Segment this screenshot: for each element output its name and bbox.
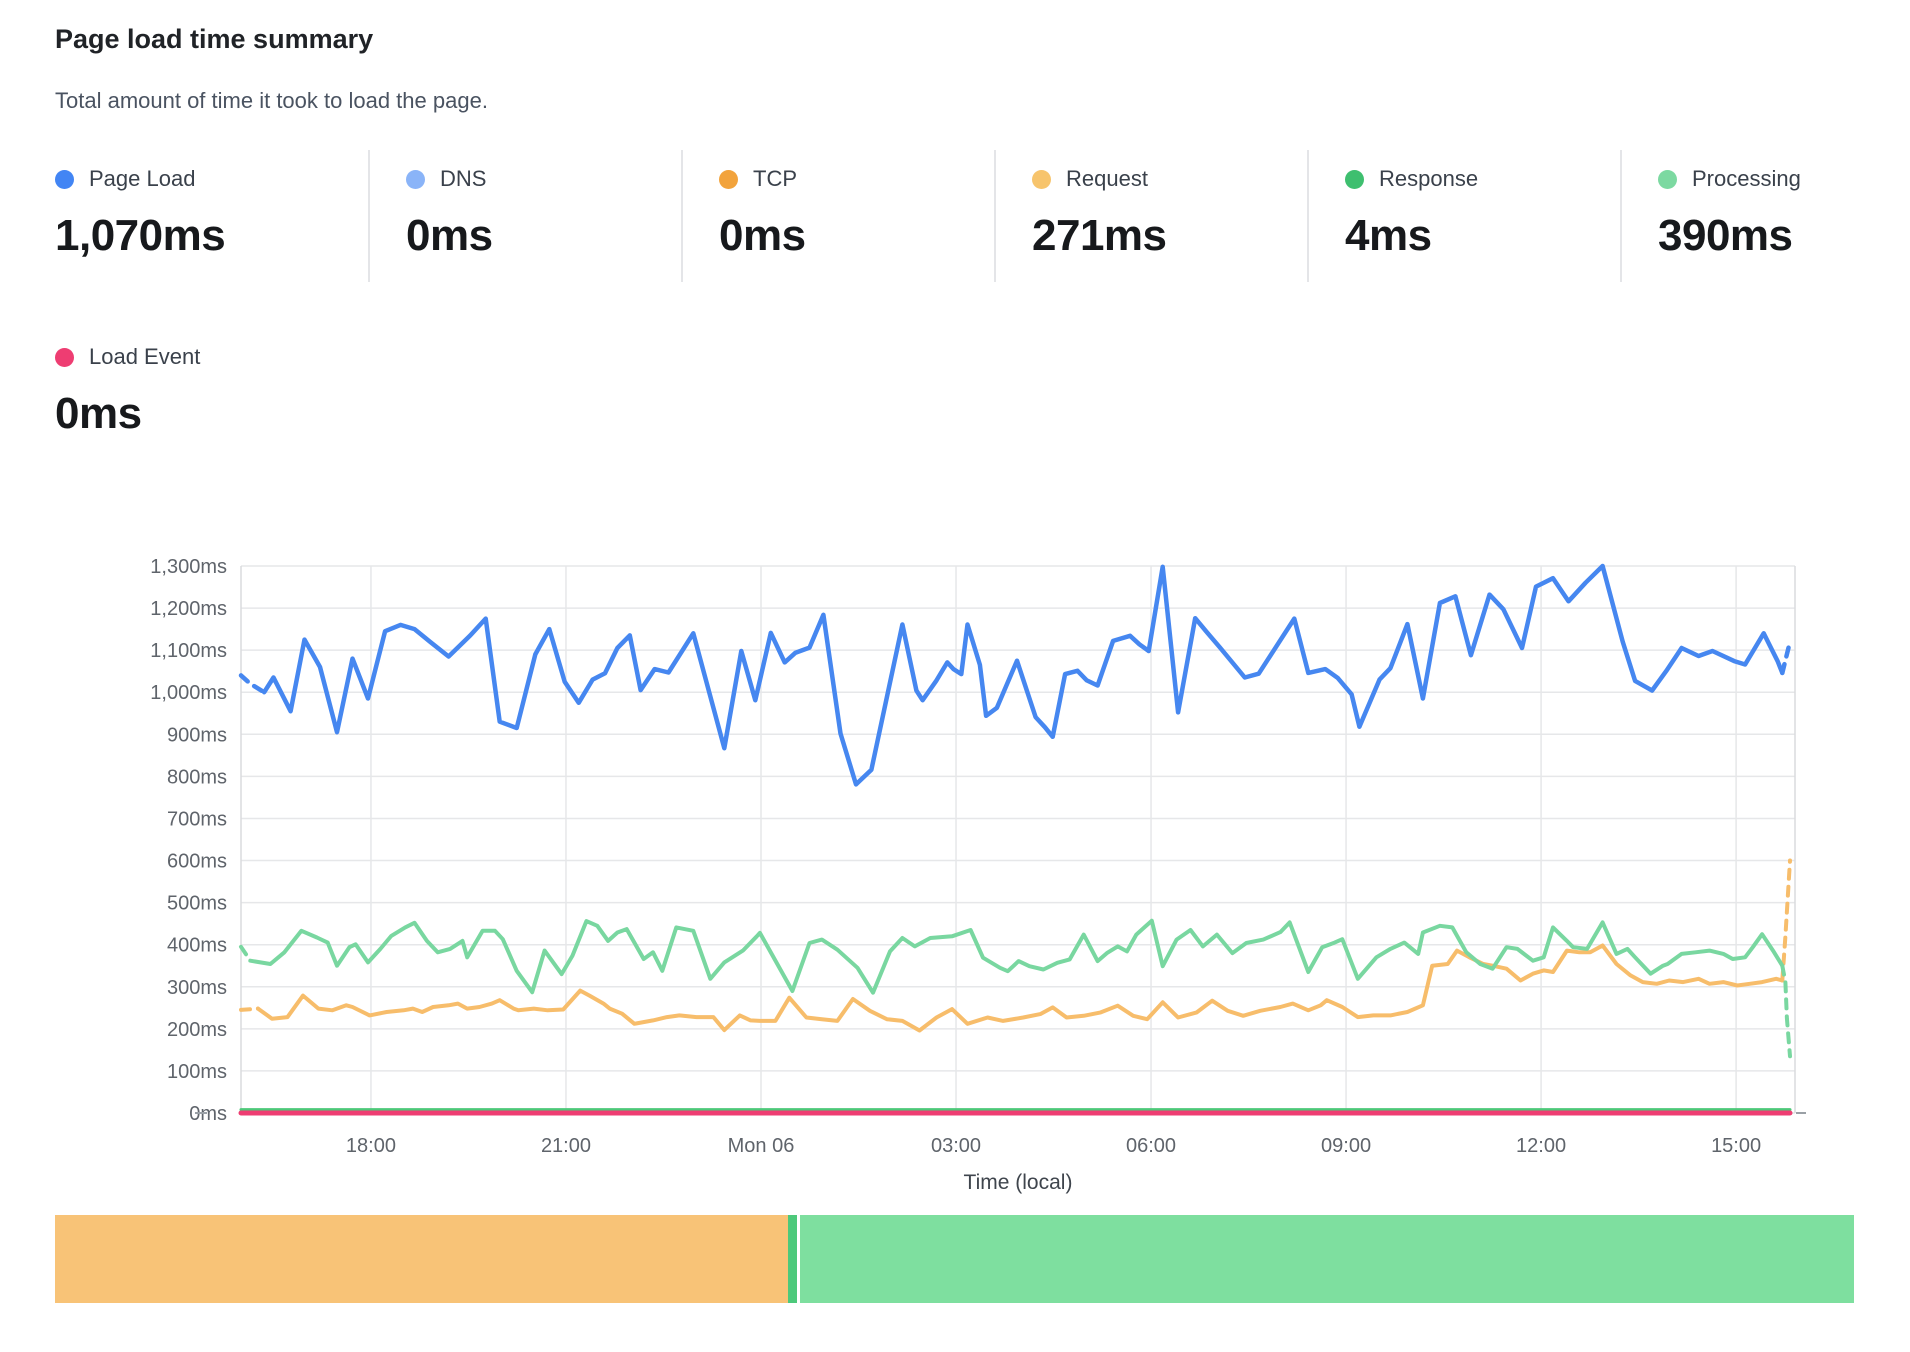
metric-load-event: Load Event 0ms — [55, 328, 368, 460]
metric-label-row: Request — [1032, 166, 1307, 192]
dns-legend-dot-icon — [406, 170, 425, 189]
page-title: Page load time summary — [55, 24, 373, 55]
x-tick-label: 03:00 — [931, 1135, 981, 1157]
metric-label-row: Processing — [1658, 166, 1910, 192]
x-tick-label: Mon 06 — [728, 1135, 795, 1157]
metric-label: DNS — [440, 166, 486, 192]
y-tick-label: 800ms — [167, 766, 227, 788]
y-tick-label: 400ms — [167, 935, 227, 957]
series-processing-line — [250, 921, 1782, 993]
metric-value: 0ms — [406, 211, 681, 261]
metrics-row: Page Load 1,070ms DNS 0ms TCP 0ms Reques… — [55, 150, 1910, 282]
y-tick-label: 300ms — [167, 977, 227, 999]
y-tick-label: 100ms — [167, 1061, 227, 1083]
bar-segment-boundary-sliver — [788, 1215, 797, 1303]
y-tick-label: 1,000ms — [150, 682, 227, 704]
series-page-load-line — [264, 566, 1782, 784]
page-subtitle: Total amount of time it took to load the… — [55, 88, 488, 114]
phase-summary-bar[interactable] — [55, 1215, 1855, 1303]
load-event-legend-dot-icon — [55, 348, 74, 367]
metric-label-row: Page Load — [55, 166, 368, 192]
y-tick-label: 1,300ms — [150, 556, 227, 578]
metric-label: Page Load — [89, 166, 195, 192]
x-axis-title: Time (local) — [964, 1171, 1073, 1194]
series-request-dashed — [1782, 861, 1790, 981]
metric-processing: Processing 390ms — [1620, 150, 1910, 282]
processing-legend-dot-icon — [1658, 170, 1677, 189]
page-load-legend-dot-icon — [55, 170, 74, 189]
metric-label-row: Load Event — [55, 344, 368, 370]
metric-value: 1,070ms — [55, 211, 368, 261]
request-legend-dot-icon — [1032, 170, 1051, 189]
series-page-load-dashed — [1782, 642, 1790, 673]
metric-request: Request 271ms — [994, 150, 1307, 282]
x-tick-label: 15:00 — [1711, 1135, 1761, 1157]
x-tick-label: 21:00 — [541, 1135, 591, 1157]
metric-response: Response 4ms — [1307, 150, 1620, 282]
y-tick-label: 900ms — [167, 724, 227, 746]
metric-page-load: Page Load 1,070ms — [55, 150, 368, 282]
metric-label-row: TCP — [719, 166, 994, 192]
metric-value: 271ms — [1032, 211, 1307, 261]
metric-value: 0ms — [719, 211, 994, 261]
series-processing-dashed — [241, 947, 250, 961]
metrics-row-2: Load Event 0ms — [55, 328, 368, 460]
tcp-legend-dot-icon — [719, 170, 738, 189]
x-tick-label: 12:00 — [1516, 1135, 1566, 1157]
metric-label: Load Event — [89, 344, 200, 370]
metric-label: Response — [1379, 166, 1478, 192]
series-request-line — [258, 946, 1782, 1031]
metric-label-row: Response — [1345, 166, 1620, 192]
y-tick-label: 0ms — [189, 1103, 227, 1125]
metric-tcp: TCP 0ms — [681, 150, 994, 282]
y-tick-label: 1,200ms — [150, 598, 227, 620]
y-tick-label: 1,100ms — [150, 640, 227, 662]
metric-value: 0ms — [55, 389, 368, 439]
metric-label-row: DNS — [406, 166, 681, 192]
bar-segment-processing-share — [800, 1215, 1854, 1303]
x-tick-label: 06:00 — [1126, 1135, 1176, 1157]
metric-value: 390ms — [1658, 211, 1910, 261]
y-tick-label: 500ms — [167, 893, 227, 915]
load-time-chart[interactable]: 0ms 100ms 200ms 300ms 400ms 500ms 600ms 700ms 80… — [0, 540, 1910, 1200]
response-legend-dot-icon — [1345, 170, 1364, 189]
y-tick-label: 600ms — [167, 851, 227, 873]
series-page-load-dashed — [241, 675, 264, 692]
x-tick-label: 18:00 — [346, 1135, 396, 1157]
bar-segment-request-share — [55, 1215, 788, 1303]
x-tick-label: 09:00 — [1321, 1135, 1371, 1157]
page-load-summary-panel: Page load time summary Total amount of t… — [0, 0, 1910, 1352]
y-tick-label: 200ms — [167, 1019, 227, 1041]
metric-label: TCP — [753, 166, 797, 192]
metric-label: Request — [1066, 166, 1148, 192]
series-request-dashed — [241, 1009, 258, 1010]
metric-dns: DNS 0ms — [368, 150, 681, 282]
metric-label: Processing — [1692, 166, 1801, 192]
y-tick-label: 700ms — [167, 808, 227, 830]
metric-value: 4ms — [1345, 211, 1620, 261]
